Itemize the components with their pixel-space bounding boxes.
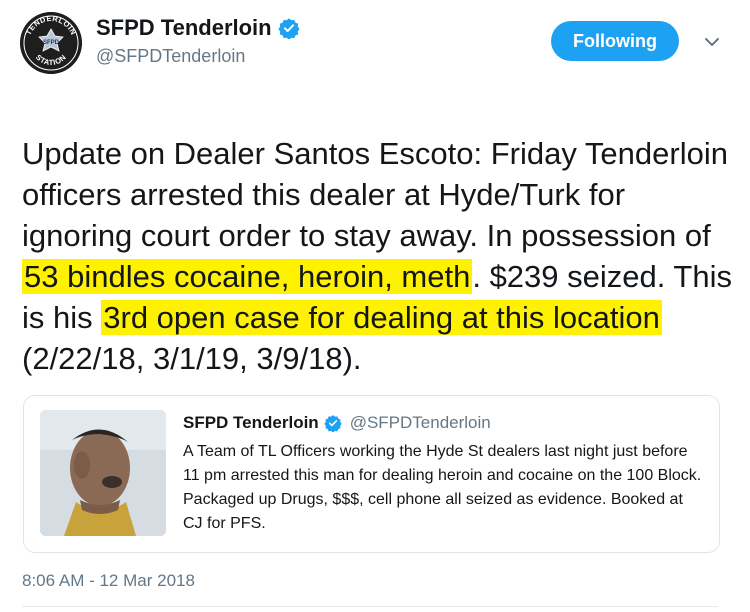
divider <box>22 606 718 607</box>
display-name[interactable]: SFPD Tenderloin <box>96 15 272 41</box>
quoted-tweet-text: A Team of TL Officers working the Hyde S… <box>183 443 702 532</box>
quoted-tweet[interactable]: SFPD Tenderloin @SFPDTenderloin A Team o… <box>23 395 720 553</box>
verified-badge-icon <box>277 17 300 40</box>
author-name-row: SFPD Tenderloin <box>96 14 300 42</box>
tweet-text: Update on Dealer Santos Escoto: Friday T… <box>22 92 737 379</box>
tweet-text-segment: Update on Dealer Santos Escoto: Friday T… <box>22 136 728 253</box>
following-button[interactable]: Following <box>551 21 679 61</box>
quoted-tweet-photo[interactable] <box>40 410 166 536</box>
quoted-tweet-header: SFPD Tenderloin @SFPDTenderloin <box>183 413 491 433</box>
tweet-text-highlight: 3rd open case for dealing at this locati… <box>101 300 662 335</box>
quoted-handle[interactable]: @SFPDTenderloin <box>350 413 491 433</box>
tweet-text-highlight: 53 bindles cocaine, heroin, meth <box>22 259 473 294</box>
quoted-display-name[interactable]: SFPD Tenderloin <box>183 413 319 433</box>
tweet-timestamp[interactable]: 8:06 AM - 12 Mar 2018 <box>22 571 195 591</box>
avatar-text-center: SFPD <box>43 40 60 46</box>
chevron-down-icon[interactable] <box>700 30 724 54</box>
verified-badge-icon <box>324 414 342 433</box>
avatar[interactable]: TENDERLOIN STATION SFPD <box>20 12 82 74</box>
author-handle[interactable]: @SFPDTenderloin <box>96 46 245 67</box>
station-badge-icon: TENDERLOIN STATION SFPD <box>20 12 82 74</box>
tweet-text-segment: (2/22/18, 3/1/19, 3/9/18). <box>22 341 362 376</box>
